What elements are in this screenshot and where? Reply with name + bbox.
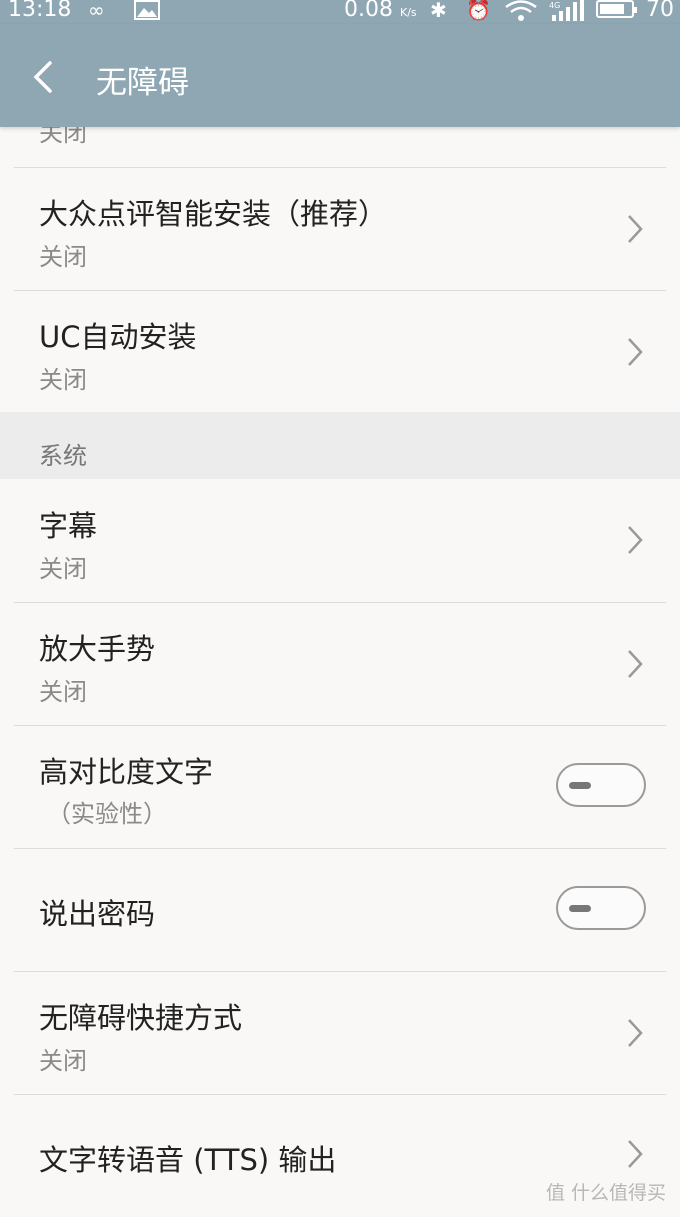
alarm-icon: ⏰ bbox=[466, 0, 491, 22]
list-item-subtitle: 关闭 bbox=[39, 1047, 87, 1075]
battery-level: 70 bbox=[646, 0, 674, 22]
list-item-high-contrast-text[interactable]: 高对比度文字 （实验性） bbox=[14, 726, 666, 849]
list-item-title: 高对比度文字 bbox=[39, 755, 214, 789]
section-header-system: 系统 bbox=[0, 412, 680, 479]
list-item-subtitle: （实验性） bbox=[47, 800, 167, 828]
wifi-icon bbox=[505, 0, 537, 21]
list-item-partial[interactable]: 关闭 bbox=[14, 119, 666, 168]
chevron-right-icon bbox=[628, 1019, 643, 1047]
list-item-captions[interactable]: 字幕 关闭 bbox=[14, 479, 666, 603]
chevron-right-icon bbox=[628, 215, 643, 243]
list-item-subtitle: 关闭 bbox=[39, 243, 87, 271]
infinity-icon: ∞ bbox=[88, 0, 105, 22]
signal-4g-icon: 4G bbox=[549, 0, 584, 21]
network-speed-unit: K/s bbox=[399, 6, 417, 19]
back-arrow-icon[interactable] bbox=[26, 57, 66, 97]
high-contrast-toggle[interactable] bbox=[556, 763, 646, 807]
chevron-right-icon bbox=[628, 1140, 643, 1168]
list-item-subtitle: 关闭 bbox=[39, 678, 87, 706]
list-item-dianping-install[interactable]: 大众点评智能安装（推荐） 关闭 bbox=[14, 168, 666, 291]
list-item-title: 放大手势 bbox=[39, 632, 156, 666]
image-icon bbox=[134, 0, 160, 20]
list-item-title: 说出密码 bbox=[39, 897, 156, 931]
chevron-right-icon bbox=[628, 338, 643, 366]
page-title: 无障碍 bbox=[96, 65, 189, 101]
chevron-right-icon bbox=[628, 650, 643, 678]
status-time: 13:18 bbox=[8, 0, 72, 22]
list-item-magnification-gesture[interactable]: 放大手势 关闭 bbox=[14, 603, 666, 726]
list-item-title: 文字转语音 (TTS) 输出 bbox=[39, 1143, 337, 1177]
watermark: 值 什么值得买 bbox=[545, 1182, 666, 1204]
list-item-title: 字幕 bbox=[39, 509, 98, 543]
chevron-right-icon bbox=[628, 526, 643, 554]
network-type-label: 4G bbox=[549, 1, 560, 10]
bluetooth-icon: ✱ bbox=[430, 0, 447, 22]
app-bar: 无障碍 bbox=[0, 24, 680, 127]
list-item-title: UC自动安装 bbox=[39, 320, 197, 354]
list-item-title: 大众点评智能安装（推荐） bbox=[39, 197, 388, 231]
settings-list: 关闭 大众点评智能安装（推荐） 关闭 UC自动安装 关闭 系统 字幕 关闭 放大… bbox=[0, 119, 680, 1217]
list-item-uc-install[interactable]: UC自动安装 关闭 bbox=[14, 291, 666, 412]
status-bar: 13:18 ∞ 0.08 K/s ✱ ⏰ 4G 70 bbox=[0, 0, 680, 24]
list-item-subtitle: 关闭 bbox=[39, 555, 87, 583]
network-speed: 0.08 K/s bbox=[344, 0, 417, 25]
list-item-speak-passwords[interactable]: 说出密码 bbox=[14, 849, 666, 972]
network-speed-value: 0.08 bbox=[344, 0, 393, 22]
list-item-accessibility-shortcut[interactable]: 无障碍快捷方式 关闭 bbox=[14, 972, 666, 1095]
list-item-subtitle: 关闭 bbox=[39, 366, 87, 394]
list-item-title: 无障碍快捷方式 bbox=[39, 1001, 243, 1035]
battery-icon bbox=[596, 0, 637, 18]
section-label: 系统 bbox=[39, 442, 87, 470]
speak-passwords-toggle[interactable] bbox=[556, 886, 646, 930]
